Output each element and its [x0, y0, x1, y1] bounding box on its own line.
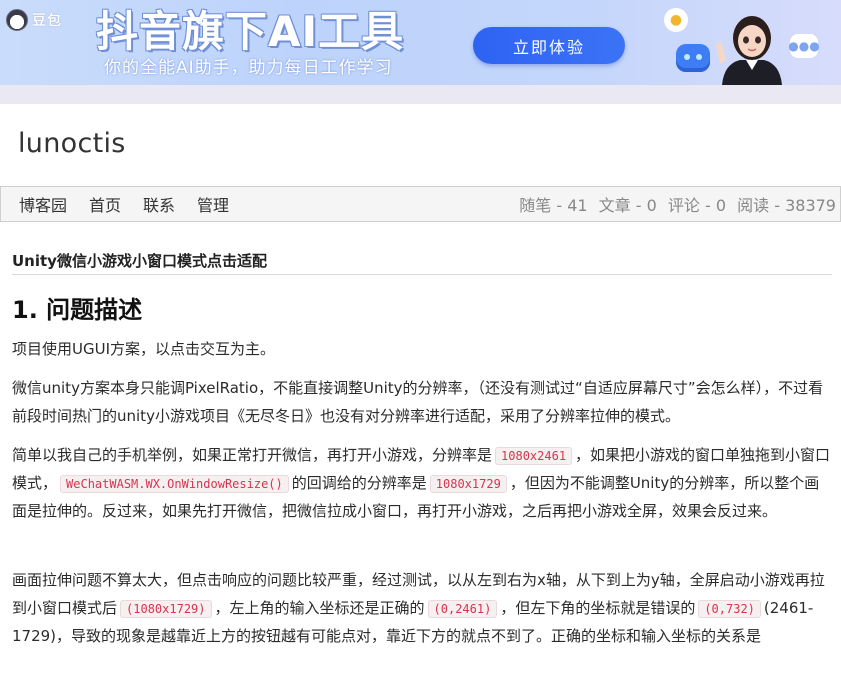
- inline-code-top-left: (0,2461): [427, 600, 498, 618]
- paragraph-3-text-3: 的回调给的分辨率是: [291, 474, 427, 492]
- nav-item-manage[interactable]: 管理: [197, 192, 229, 216]
- stat-comments: 评论 - 0: [667, 196, 727, 215]
- ad-mascot-illustration: [716, 16, 782, 85]
- inline-code-resolution-full: 1080x2461: [495, 447, 573, 465]
- ad-brand-name: 豆包: [32, 13, 62, 29]
- ad-headline: 抖音旗下AI工具: [96, 7, 405, 56]
- paragraph-3-text-1: 简单以我自己的手机举例，如果正常打开微信，再打开小游戏，分辨率是: [12, 446, 493, 464]
- ad-brand: 豆包: [6, 9, 62, 31]
- inline-code-window-size: (1080x1729): [120, 600, 212, 618]
- paragraph-4: 画面拉伸问题不算太大，但点击响应的问题比较严重，经过测试，以从左到右为x轴，从下…: [12, 566, 834, 650]
- ad-subline: 你的全能AI助手，助力每日工作学习: [104, 58, 393, 78]
- paragraph-3: 简单以我自己的手机举例，如果正常打开微信，再打开小游戏，分辨率是 1080x246…: [12, 441, 834, 525]
- inline-code-resolution-small: 1080x1729: [429, 475, 507, 493]
- nav-item-contact[interactable]: 联系: [143, 192, 175, 216]
- post-title[interactable]: Unity微信小游戏小窗口模式点击适配: [12, 250, 267, 271]
- nav-links: 博客园 首页 联系 管理: [1, 192, 251, 216]
- blog-stats: 随笔 - 41 文章 - 0 评论 - 0 阅读 - 38379: [513, 192, 840, 216]
- post-title-divider: [12, 274, 832, 275]
- nav-item-home[interactable]: 首页: [89, 192, 121, 216]
- doubao-logo-icon: [6, 9, 28, 31]
- robot-icon: [676, 44, 710, 72]
- ad-banner[interactable]: 豆包 抖音旗下AI工具 你的全能AI助手，助力每日工作学习 立即体验 ● ●●●: [0, 0, 841, 85]
- paragraph-4-text-3: ，但左下角的坐标就是错误的: [500, 599, 696, 617]
- paragraph-2: 微信unity方案本身只能调PixelRatio，不能直接调整Unity的分辨率…: [12, 379, 824, 425]
- banner-divider: [0, 85, 841, 104]
- inline-code-bottom-left: (0,732): [698, 600, 761, 618]
- nav-item-cnblogs[interactable]: 博客园: [19, 192, 67, 216]
- inline-code-onwindowresize: WeChatWASM.WX.OnWindowResize(): [60, 475, 289, 493]
- paragraph-1: 项目使用UGUI方案，以点击交互为主。: [12, 340, 276, 358]
- stat-articles: 文章 - 0: [598, 196, 657, 215]
- paragraph-4-text-2: ，左上角的输入坐标还是正确的: [214, 599, 425, 617]
- lightbulb-icon: ●: [664, 8, 688, 32]
- blog-title[interactable]: lunoctis: [18, 128, 126, 159]
- section-heading: 1. 问题描述: [12, 296, 143, 324]
- stat-reads: 阅读 - 38379: [737, 196, 836, 215]
- blog-navbar: 博客园 首页 联系 管理 随笔 - 41 文章 - 0 评论 - 0 阅读 - …: [0, 186, 841, 222]
- ad-cta-button[interactable]: 立即体验: [473, 27, 625, 64]
- stat-posts: 随笔 - 41: [519, 196, 588, 215]
- chat-bubble-icon: ●●●: [788, 34, 820, 58]
